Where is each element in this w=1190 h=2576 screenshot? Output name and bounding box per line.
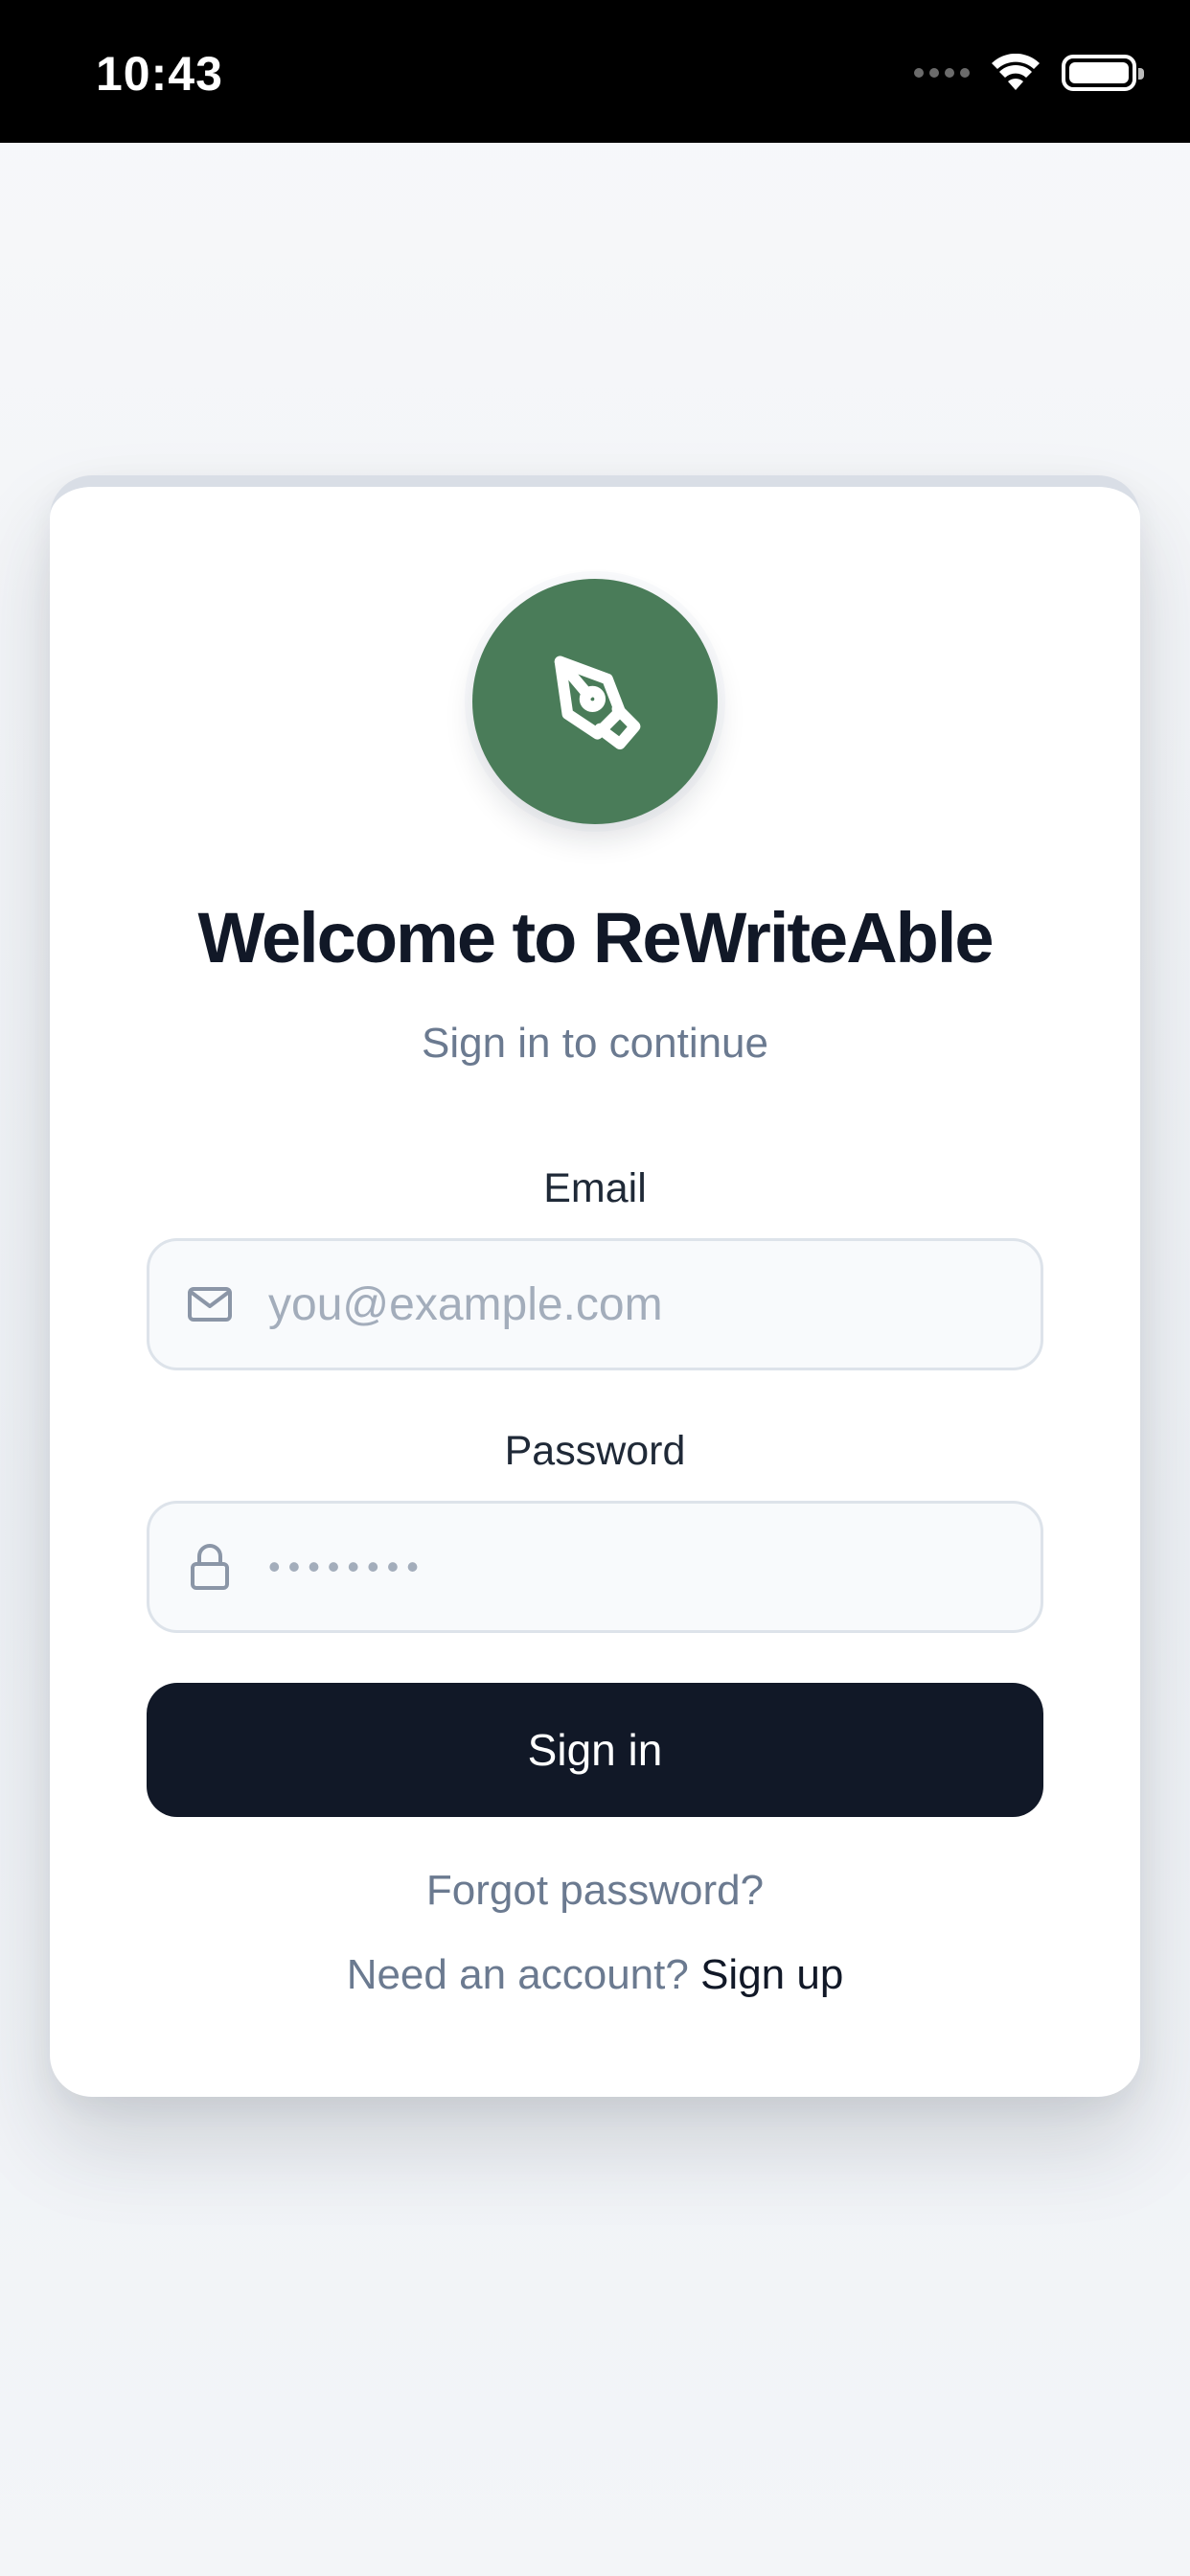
signup-prompt-line: Need an account? Sign up bbox=[50, 1951, 1140, 1999]
signup-prompt-text: Need an account? bbox=[346, 1951, 689, 1998]
pen-nib-icon bbox=[472, 579, 718, 824]
email-input[interactable] bbox=[268, 1277, 1012, 1331]
wifi-icon bbox=[992, 54, 1040, 90]
signal-dots-icon bbox=[914, 68, 970, 78]
email-label: Email bbox=[543, 1165, 647, 1211]
page-subtitle: Sign in to continue bbox=[421, 1020, 769, 1067]
mail-icon bbox=[186, 1280, 234, 1328]
signup-link[interactable]: Sign up bbox=[700, 1951, 843, 1998]
status-icons bbox=[914, 54, 1144, 92]
password-field-container[interactable] bbox=[147, 1501, 1043, 1633]
page-title: Welcome to ReWriteAble bbox=[197, 898, 994, 978]
sign-in-button[interactable]: Sign in bbox=[147, 1683, 1043, 1817]
status-bar: 10:43 bbox=[0, 0, 1190, 143]
battery-icon bbox=[1062, 55, 1144, 91]
email-field-container[interactable] bbox=[147, 1238, 1043, 1370]
forgot-password-link[interactable]: Forgot password? bbox=[50, 1867, 1140, 1915]
password-label: Password bbox=[504, 1428, 686, 1474]
signin-card: Welcome to ReWriteAble Sign in to contin… bbox=[50, 475, 1140, 2097]
lock-icon bbox=[186, 1543, 234, 1591]
password-input[interactable] bbox=[268, 1547, 1012, 1587]
status-time: 10:43 bbox=[96, 47, 223, 101]
